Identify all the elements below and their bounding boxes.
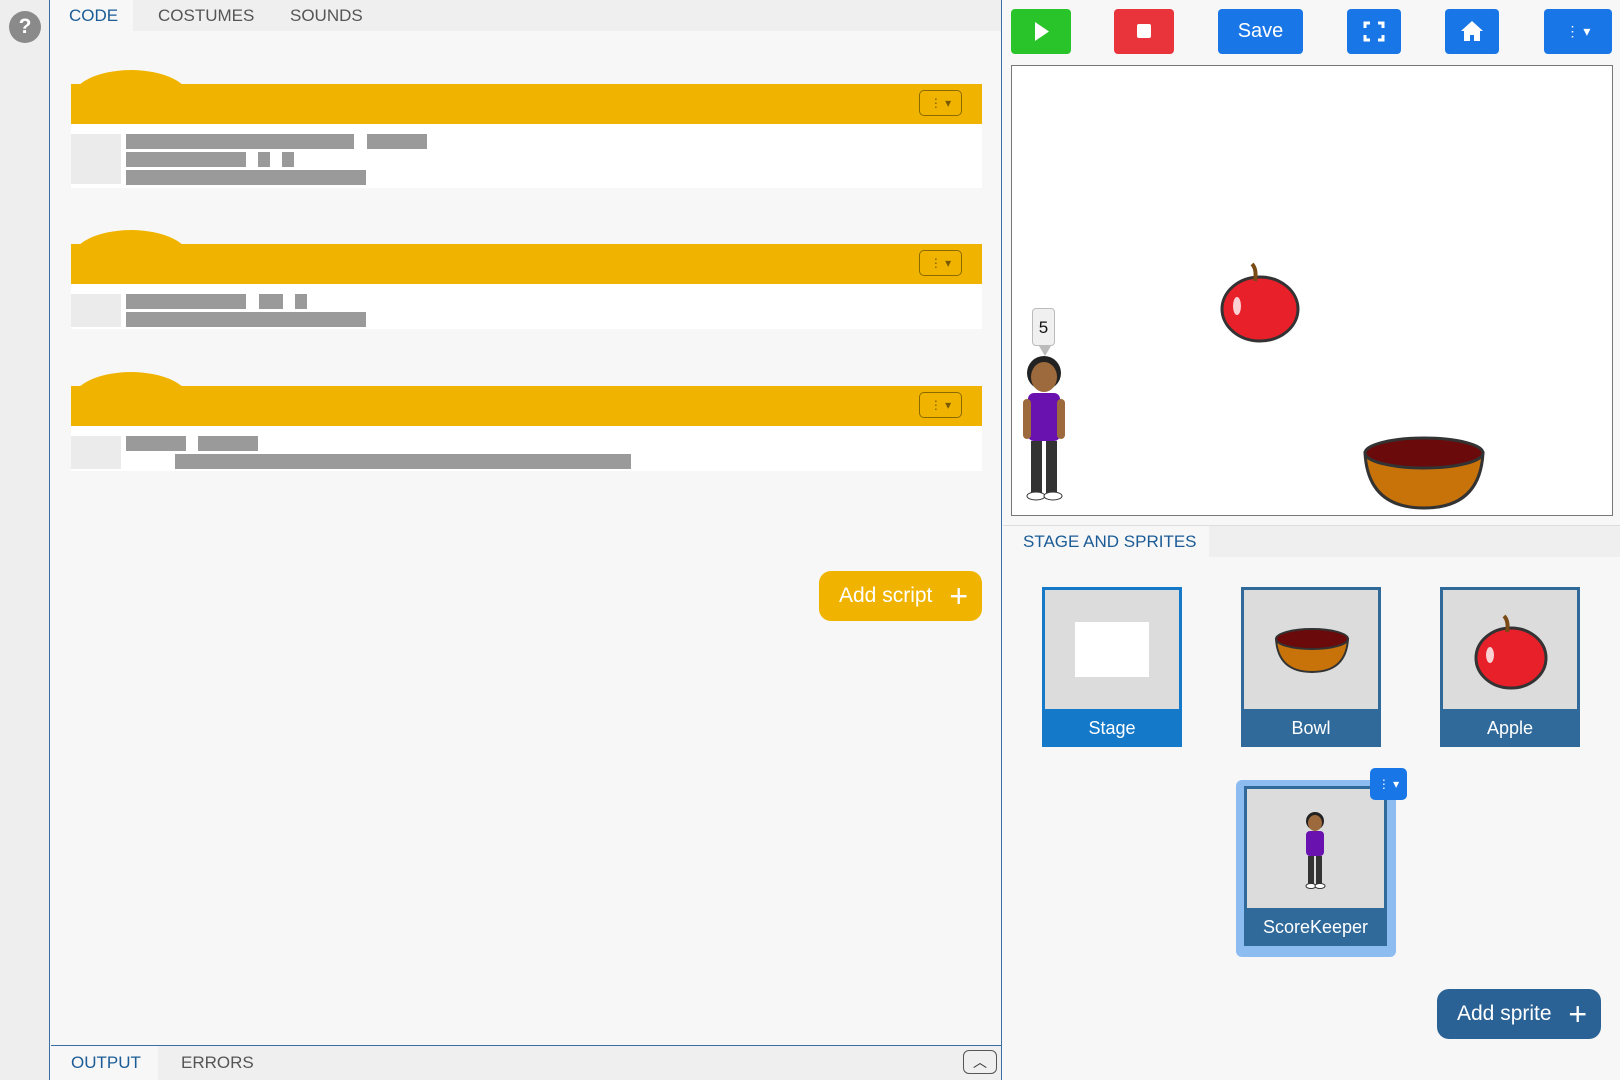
code-line-placeholder [367, 134, 427, 149]
code-line-placeholder [258, 152, 270, 167]
home-button[interactable] [1445, 9, 1499, 54]
plus-icon: + [949, 578, 968, 614]
script-card[interactable]: ⋮ ▾ [71, 372, 982, 472]
home-icon [1461, 21, 1483, 41]
code-line-placeholder [126, 170, 366, 185]
code-line-placeholder [126, 436, 186, 451]
script-gutter [71, 294, 121, 327]
sprite-label: Stage [1045, 709, 1179, 747]
speech-bubble: 5 [1032, 308, 1055, 346]
script-gutter [71, 436, 121, 469]
script-menu-button[interactable]: ⋮ ▾ [919, 90, 962, 116]
stage-canvas[interactable]: 5 [1011, 65, 1613, 516]
right-pane: Save ⋮ ▾ 5 STAGE AND SPRITES Stage Bowl … [1003, 0, 1620, 1080]
script-body [71, 426, 982, 471]
code-line-placeholder [295, 294, 307, 309]
script-gutter [71, 134, 121, 184]
left-gutter: ? [0, 0, 50, 1080]
tab-sounds[interactable]: SOUNDS [272, 0, 382, 31]
add-sprite-label: Add sprite [1457, 1002, 1552, 1025]
sprite-label: ScoreKeeper [1247, 908, 1384, 946]
code-line-placeholder [282, 152, 294, 167]
script-card[interactable]: ⋮ ▾ [71, 70, 982, 188]
script-card[interactable]: ⋮ ▾ [71, 230, 982, 330]
script-menu-button[interactable]: ⋮ ▾ [919, 250, 962, 276]
run-button[interactable] [1011, 9, 1071, 54]
code-line-placeholder [175, 454, 631, 469]
hat-block[interactable] [71, 84, 982, 124]
apple-sprite[interactable] [1217, 261, 1303, 347]
add-script-label: Add script [839, 584, 933, 607]
sprite-card-apple[interactable]: Apple [1440, 587, 1580, 747]
play-icon [1035, 22, 1049, 41]
tab-output[interactable]: OUTPUT [51, 1046, 158, 1080]
code-line-placeholder [126, 294, 246, 309]
save-button[interactable]: Save [1218, 9, 1303, 54]
fullscreen-icon [1363, 21, 1385, 42]
scorekeeper-thumbnail [1247, 789, 1384, 908]
person-icon [1305, 812, 1326, 889]
scorekeeper-sprite[interactable] [1022, 351, 1066, 501]
code-line-placeholder [126, 152, 246, 167]
bowl-thumbnail [1244, 590, 1378, 709]
stage-thumbnail [1045, 590, 1179, 709]
add-sprite-button[interactable]: Add sprite + [1437, 989, 1601, 1039]
stop-icon [1137, 24, 1151, 38]
white-backdrop [1075, 622, 1149, 677]
more-options-button[interactable]: ⋮ ▾ [1544, 9, 1612, 54]
sprite-label: Bowl [1244, 709, 1378, 747]
code-tabbar: CODE COSTUMES SOUNDS [51, 0, 1001, 31]
code-line-placeholder [198, 436, 258, 451]
bowl-icon [1274, 628, 1350, 674]
tab-costumes[interactable]: COSTUMES [140, 0, 260, 31]
script-menu-button[interactable]: ⋮ ▾ [919, 392, 962, 418]
hat-block[interactable] [71, 386, 982, 426]
sprite-menu-button[interactable]: ⋮ ▾ [1370, 768, 1407, 800]
add-script-button[interactable]: Add script + [819, 571, 982, 621]
sprites-tabbar: STAGE AND SPRITES [1003, 525, 1620, 558]
sprite-label: Apple [1443, 709, 1577, 747]
tab-stage-and-sprites[interactable]: STAGE AND SPRITES [1003, 526, 1209, 558]
bowl-sprite[interactable] [1362, 433, 1486, 511]
stop-button[interactable] [1114, 9, 1174, 54]
sprite-card-bowl[interactable]: Bowl [1241, 587, 1381, 747]
app-root: ? CODE COSTUMES SOUNDS ⋮ ▾ ⋮ ▾ ⋮ ▾ Add s… [0, 0, 1620, 1080]
sprite-card-scorekeeper[interactable]: ScoreKeeper [1244, 786, 1387, 946]
code-line-placeholder [126, 312, 366, 327]
script-body [71, 284, 982, 329]
hat-block[interactable] [71, 244, 982, 284]
apple-thumbnail [1443, 590, 1577, 709]
code-pane: CODE COSTUMES SOUNDS ⋮ ▾ ⋮ ▾ ⋮ ▾ Add scr… [51, 0, 1002, 1080]
sprite-card-stage[interactable]: Stage [1042, 587, 1182, 747]
script-body [71, 124, 982, 188]
apple-icon [1474, 614, 1548, 690]
expand-output-button[interactable]: ︿ [963, 1050, 997, 1074]
output-tabbar: OUTPUT ERRORS ︿ [51, 1045, 1001, 1080]
code-line-placeholder [126, 134, 354, 149]
tab-errors[interactable]: ERRORS [161, 1046, 261, 1080]
code-line-placeholder [259, 294, 283, 309]
tab-code[interactable]: CODE [51, 0, 133, 31]
plus-icon: + [1568, 996, 1587, 1032]
fullscreen-button[interactable] [1347, 9, 1401, 54]
help-icon[interactable]: ? [9, 11, 41, 43]
